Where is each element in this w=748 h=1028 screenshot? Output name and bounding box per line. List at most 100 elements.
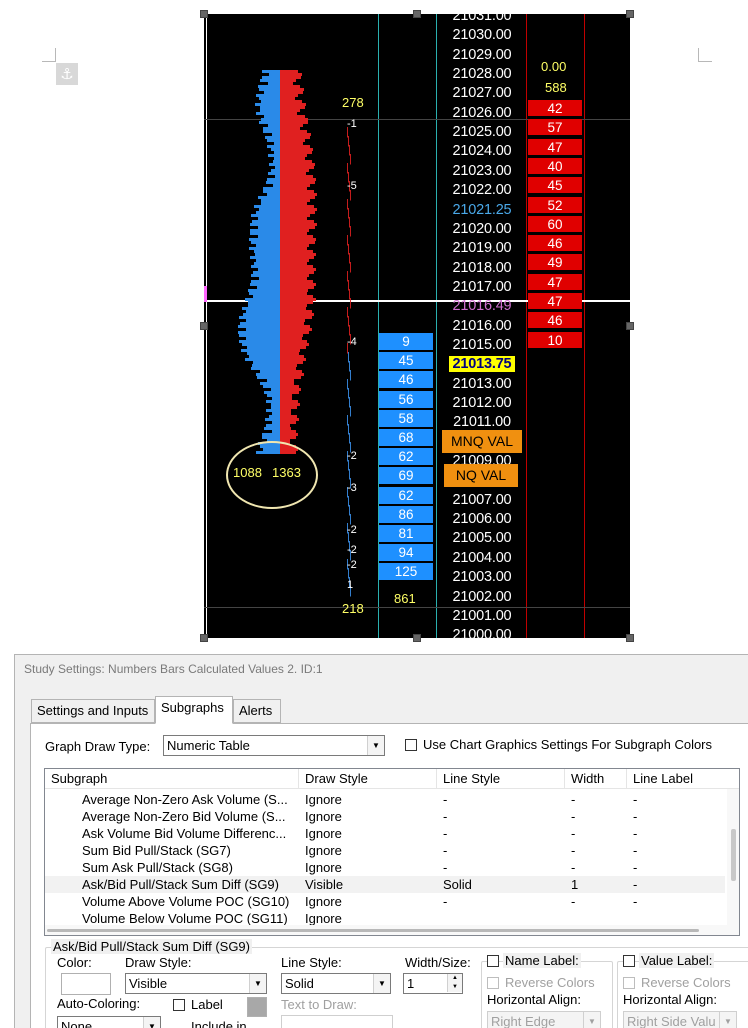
table-cell: Ask/Bid Pull/Stack Sum Diff (SG9) — [82, 877, 279, 892]
scroll-thumb[interactable] — [47, 929, 699, 932]
price-level: 21028.00 — [452, 66, 512, 83]
bid-cell: 45 — [379, 352, 433, 371]
price-level: 21004.00 — [452, 549, 512, 566]
vertical-scrollbar[interactable] — [727, 789, 739, 935]
price-level: 21006.00 — [452, 511, 512, 528]
name-label-checkbox[interactable] — [487, 955, 499, 967]
table-cell: Ignore — [305, 843, 342, 858]
value-label-checkbox[interactable] — [623, 955, 635, 967]
resize-handle[interactable] — [413, 634, 421, 642]
auto-coloring-label: Auto-Coloring: — [57, 996, 141, 1011]
bid-cell: 46 — [379, 371, 433, 390]
ask-cell: 46 — [528, 235, 582, 253]
ask-cell: 49 — [528, 254, 582, 272]
reverse-colors-checkbox[interactable] — [487, 977, 499, 989]
price-level: 21023.00 — [452, 162, 512, 179]
delta-value: 1 — [347, 579, 354, 591]
width-spinner[interactable]: 1 ▲ ▼ — [403, 973, 463, 994]
auto-coloring-value: None — [61, 1019, 93, 1028]
width-value: 1 — [407, 976, 415, 991]
tab-alerts[interactable]: Alerts — [233, 699, 281, 723]
scroll-thumb[interactable] — [731, 829, 736, 881]
ask-cell: 40 — [528, 157, 582, 175]
dialog-title: Study Settings: Numbers Bars Calculated … — [24, 662, 323, 676]
reverse-colors-label: Reverse Colors — [505, 975, 595, 990]
delta-value: -2 — [347, 544, 357, 556]
resize-handle[interactable] — [626, 10, 634, 18]
resize-handle[interactable] — [626, 322, 634, 330]
line-style-label: Line Style: — [281, 955, 342, 970]
draw-style-select[interactable]: Visible ▼ — [125, 973, 267, 994]
mnq-val-label: MNQ VAL — [442, 430, 522, 453]
color-label: Color: — [57, 955, 92, 970]
graph-draw-type-select[interactable]: Numeric Table ▼ — [163, 735, 385, 756]
label-checkbox[interactable] — [173, 999, 185, 1011]
value-align-select[interactable]: Right Side Valu ▼ — [623, 1011, 737, 1028]
bid-cell: 86 — [379, 505, 433, 524]
width-size-label: Width/Size: — [405, 955, 471, 970]
bid-cell: 69 — [379, 467, 433, 486]
table-cell: - — [443, 843, 448, 858]
resize-handle[interactable] — [200, 10, 208, 18]
table-cell: - — [633, 843, 638, 858]
bid-cell: 125 — [379, 563, 433, 582]
price-level: 21022.00 — [452, 182, 512, 199]
ask-cell: 10 — [528, 331, 582, 349]
column-header-width[interactable]: Width — [565, 769, 627, 789]
circle-ask-total: 1363 — [272, 465, 301, 480]
color-swatch[interactable] — [61, 973, 111, 995]
graph-draw-type-label: Graph Draw Type: — [45, 739, 151, 754]
tab-subgraphs[interactable]: Subgraphs — [155, 696, 233, 724]
table-cell: Average Non-Zero Ask Volume (S... — [82, 792, 288, 807]
use-chart-graphics-checkbox[interactable] — [405, 739, 417, 751]
table-row[interactable]: Average Non-Zero Ask Volume (S... Ignore -… — [45, 791, 725, 808]
table-row[interactable]: Sum Ask Pull/Stack (SG8) Ignore - - - — [45, 859, 725, 876]
table-row[interactable]: Volume Above Volume POC (SG10) Ignore - - - — [45, 893, 725, 910]
table-cell: - — [633, 826, 638, 841]
price-level: 21005.00 — [452, 530, 512, 547]
text-to-draw-input[interactable] — [281, 1015, 393, 1028]
table-row[interactable]: Sum Bid Pull/Stack (SG7) Ignore - - - — [45, 842, 725, 859]
circle-bid-total: 1088 — [233, 465, 262, 480]
table-row[interactable]: Ask/Bid Pull/Stack Sum Diff (SG9) Visible… — [45, 876, 725, 893]
column-header-line-style[interactable]: Line Style — [437, 769, 565, 789]
delta-value: -2 — [347, 559, 357, 571]
anchor-icon[interactable]: ⚓ — [56, 63, 78, 85]
column-header-line-label[interactable]: Line Label — [627, 769, 739, 789]
spin-down-icon[interactable]: ▼ — [447, 983, 462, 992]
draw-style-value: Visible — [129, 976, 168, 991]
price-level: 21031.00 — [452, 14, 512, 24]
ask-cell: 47 — [528, 293, 582, 310]
table-cell: - — [633, 792, 638, 807]
table-row[interactable]: Average Non-Zero Bid Volume (S... Ignore -… — [45, 808, 725, 825]
line-style-select[interactable]: Solid ▼ — [281, 973, 391, 994]
delta-mark: | — [349, 297, 352, 309]
resize-handle[interactable] — [413, 10, 421, 18]
name-align-select[interactable]: Right Edge ▼ — [487, 1011, 601, 1028]
resize-handle[interactable] — [626, 634, 634, 642]
chart-image[interactable]: | | | | | | | | | | | | | | | | | | | | | | | | | | | | | | | | | | | | | | | |… — [204, 14, 630, 638]
bid-cell: 58 — [379, 409, 433, 428]
text-to-draw-label: Text to Draw: — [281, 997, 357, 1012]
table-cell: - — [633, 894, 638, 909]
label-color-button[interactable] — [247, 997, 267, 1017]
draw-style-label: Draw Style: — [125, 955, 192, 970]
spin-up-icon[interactable]: ▲ — [447, 974, 462, 983]
tab-settings-and-inputs[interactable]: Settings and Inputs — [31, 699, 155, 723]
column-header-subgraph[interactable]: Subgraph — [45, 769, 299, 789]
price-level: 21024.00 — [452, 143, 512, 160]
auto-coloring-select[interactable]: None ▼ — [57, 1016, 161, 1028]
horizontal-scrollbar[interactable] — [45, 925, 727, 935]
resize-handle[interactable] — [200, 322, 208, 330]
chart-divider-line — [436, 14, 437, 638]
price-level: 21029.00 — [452, 46, 512, 63]
resize-handle[interactable] — [200, 634, 208, 642]
value-reverse-colors-checkbox[interactable] — [623, 977, 635, 989]
graph-draw-type-value: Numeric Table — [167, 738, 250, 753]
price-level: 21002.00 — [452, 588, 512, 605]
table-row[interactable]: Ask Volume Bid Volume Differenc... Ignore… — [45, 825, 725, 842]
chart-divider-line — [526, 14, 527, 638]
column-header-draw-style[interactable]: Draw Style — [299, 769, 437, 789]
delta-mark: | — [349, 369, 352, 381]
bid-cell: 81 — [379, 525, 433, 543]
